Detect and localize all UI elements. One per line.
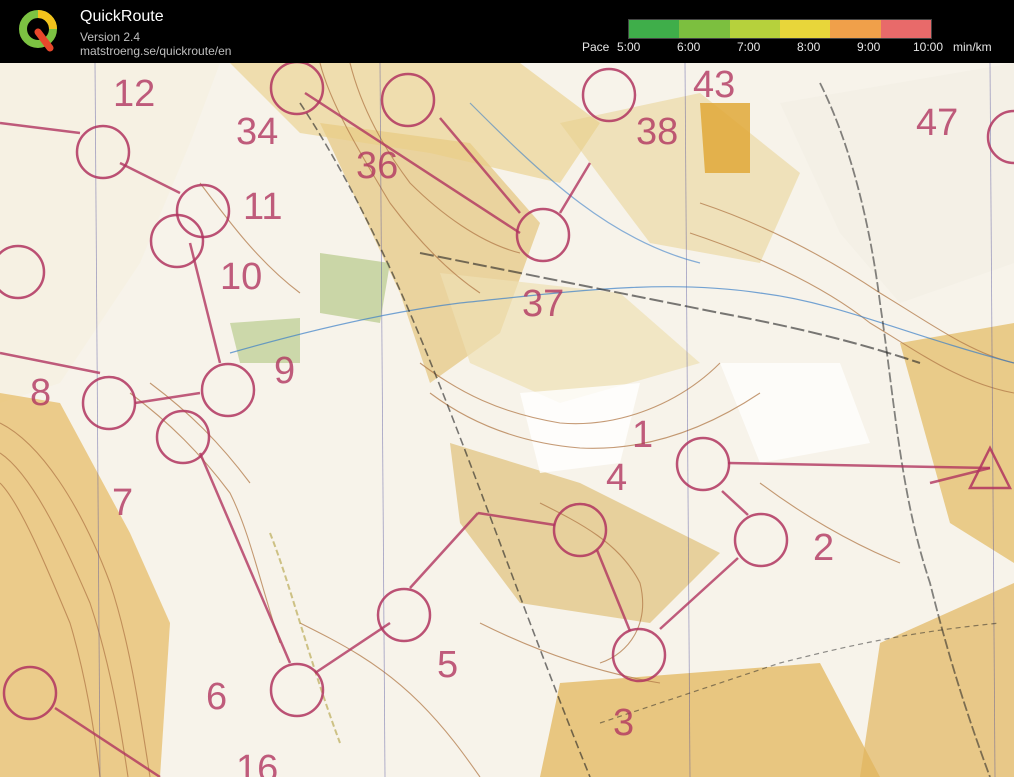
control-circle-3[interactable] xyxy=(611,627,667,683)
pace-scale-segment-2 xyxy=(679,20,730,38)
orienteering-map[interactable]: 12 34 36 43 38 47 11 10 37 9 8 1 7 4 2 5… xyxy=(0,63,1014,777)
control-number-47: 47 xyxy=(916,102,958,144)
control-circle-1[interactable] xyxy=(675,436,731,492)
pace-color-scale xyxy=(628,19,932,39)
control-number-2: 2 xyxy=(813,527,834,569)
control-circle-10[interactable] xyxy=(149,213,205,269)
app-url: matstroeng.se/quickroute/en xyxy=(80,44,232,58)
pace-scale-segment-5 xyxy=(830,20,881,38)
control-circle-2[interactable] xyxy=(733,512,789,568)
header-bar: QuickRoute Version 2.4 matstroeng.se/qui… xyxy=(0,0,1014,63)
pace-tick-6: 6:00 xyxy=(677,40,701,54)
control-number-12: 12 xyxy=(113,73,155,115)
pace-tick-5: 5:00 xyxy=(617,40,641,54)
app-version: Version 2.4 xyxy=(80,30,141,44)
control-circle-8[interactable] xyxy=(81,375,137,431)
control-circle-6[interactable] xyxy=(269,662,325,718)
pace-tick-9: 9:00 xyxy=(857,40,881,54)
control-number-16: 16 xyxy=(236,748,278,777)
pace-scale-segment-1 xyxy=(629,20,680,38)
pace-label: Pace xyxy=(582,40,610,54)
control-number-43: 43 xyxy=(693,64,735,106)
control-number-5: 5 xyxy=(437,644,458,686)
quickroute-window: QuickRoute Version 2.4 matstroeng.se/qui… xyxy=(0,0,1014,777)
control-number-34: 34 xyxy=(236,111,278,153)
terrain-layer xyxy=(0,63,1014,777)
control-circle-5[interactable] xyxy=(376,587,432,643)
control-number-6: 6 xyxy=(206,676,227,718)
control-number-38: 38 xyxy=(636,111,678,153)
pace-tick-7: 7:00 xyxy=(737,40,761,54)
app-title: QuickRoute xyxy=(80,8,164,25)
control-number-36: 36 xyxy=(356,145,398,187)
pace-tick-10: 10:00 xyxy=(913,40,944,54)
pace-scale-segment-4 xyxy=(779,20,831,38)
control-number-1: 1 xyxy=(632,414,653,456)
control-number-7: 7 xyxy=(112,482,133,524)
control-circle-7[interactable] xyxy=(155,409,211,465)
control-number-9: 9 xyxy=(274,350,295,392)
pace-scale-segment-6 xyxy=(880,20,931,38)
pace-unit: min/km xyxy=(953,40,992,54)
quickroute-logo-icon xyxy=(19,10,57,52)
control-circle-9[interactable] xyxy=(200,362,256,418)
control-number-3: 3 xyxy=(613,702,634,744)
control-number-8: 8 xyxy=(30,372,51,414)
control-number-4: 4 xyxy=(606,457,627,499)
control-number-11: 11 xyxy=(243,186,282,228)
map-canvas: 12 34 36 43 38 47 11 10 37 9 8 1 7 4 2 5… xyxy=(0,63,1014,777)
pace-scale-segment-3 xyxy=(729,20,780,38)
control-number-10: 10 xyxy=(220,256,262,298)
control-number-37: 37 xyxy=(522,283,564,325)
pace-tick-8: 8:00 xyxy=(797,40,821,54)
